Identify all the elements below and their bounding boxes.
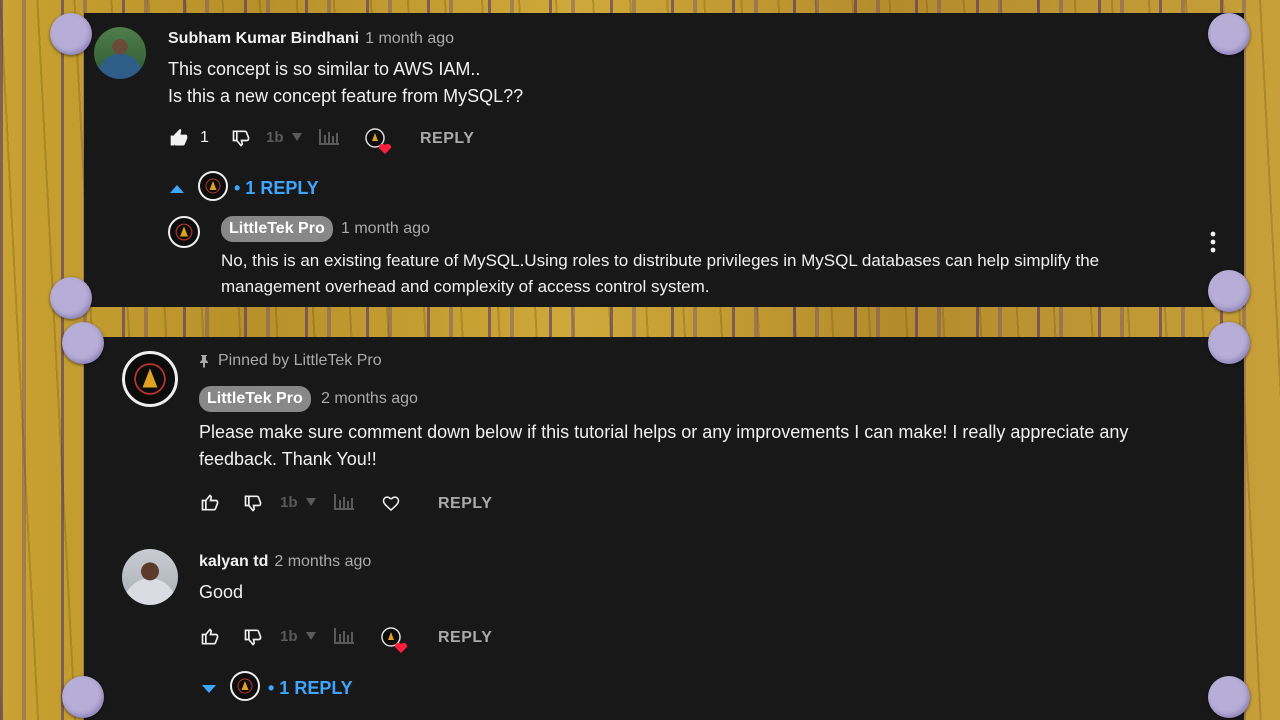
like-icon[interactable]	[199, 626, 221, 648]
pinned-badge: Pinned by LittleTek Pro	[198, 352, 382, 370]
creator-heart-icon[interactable]	[364, 127, 396, 157]
dislike-icon[interactable]	[242, 492, 264, 514]
timestamp[interactable]: 2 months ago	[274, 553, 371, 571]
avatar[interactable]	[94, 27, 146, 79]
like-count: 1	[200, 129, 209, 146]
svg-text:1b: 1b	[280, 628, 298, 645]
comment-text-line: Please make sure comment down below if t…	[199, 422, 1129, 442]
avatar[interactable]	[122, 549, 178, 605]
pin-decoration	[62, 676, 104, 718]
comment-card-2: Pinned by LittleTek Pro LittleTek Pro 2 …	[84, 337, 1244, 720]
comment-text-line: Is this a new concept feature from MySQL…	[168, 86, 524, 106]
author-name[interactable]: Subham Kumar Bindhani	[168, 30, 359, 48]
extension-rating-icon[interactable]: 1b	[266, 127, 306, 147]
pin-decoration	[62, 322, 104, 364]
chevron-down-icon[interactable]	[200, 683, 218, 695]
comment-text: Good	[199, 582, 244, 602]
reply-text-line: management overhead and complexity of ac…	[221, 277, 710, 296]
extension-rating-icon[interactable]: 1b	[280, 492, 320, 512]
pinned-label: Pinned by LittleTek Pro	[218, 352, 382, 369]
reply-text-line: No, this is an existing feature of MySQL…	[221, 251, 1100, 270]
like-filled-icon[interactable]	[168, 127, 190, 149]
comment-text: This concept is so similar to AWS IAM.. …	[168, 56, 523, 110]
more-options-icon[interactable]	[1204, 229, 1222, 255]
pin-decoration	[1208, 270, 1250, 312]
reply-button[interactable]: REPLY	[438, 495, 492, 513]
stats-icon[interactable]	[333, 626, 355, 646]
svg-text:1b: 1b	[266, 129, 284, 146]
extension-rating-icon[interactable]: 1b	[280, 626, 320, 646]
reply-author-avatar-small	[198, 171, 228, 201]
timestamp[interactable]: 1 month ago	[365, 30, 454, 48]
svg-text:1b: 1b	[280, 494, 298, 511]
pin-decoration	[50, 13, 92, 55]
comment-card-1: Subham Kumar Bindhani 1 month ago This c…	[84, 13, 1244, 307]
comment-header: Subham Kumar Bindhani 1 month ago	[168, 30, 454, 48]
reply-text: No, this is an existing feature of MySQL…	[221, 248, 1221, 300]
heart-outline-icon[interactable]	[380, 492, 402, 514]
timestamp[interactable]: 1 month ago	[341, 220, 430, 238]
view-replies-link[interactable]: • 1 REPLY	[234, 178, 319, 199]
comment-header: kalyan td 2 months ago	[199, 553, 371, 571]
stats-icon[interactable]	[333, 492, 355, 512]
comment-text-line: feedback. Thank You!!	[199, 449, 377, 469]
view-replies-link[interactable]: • 1 REPLY	[268, 678, 353, 699]
stats-icon[interactable]	[318, 127, 340, 147]
avatar[interactable]	[168, 216, 200, 248]
dislike-icon[interactable]	[230, 127, 252, 149]
pin-decoration	[1208, 13, 1250, 55]
creator-heart-icon[interactable]	[380, 626, 412, 656]
author-name[interactable]: LittleTek Pro	[199, 386, 311, 412]
author-name[interactable]: LittleTek Pro	[221, 216, 333, 242]
reply-author-avatar-small	[230, 671, 260, 701]
dislike-icon[interactable]	[242, 626, 264, 648]
pin-decoration	[1208, 676, 1250, 718]
pin-icon	[198, 354, 210, 368]
like-icon[interactable]	[199, 492, 221, 514]
timestamp[interactable]: 2 months ago	[321, 390, 418, 408]
reply-button[interactable]: REPLY	[420, 130, 474, 148]
chevron-up-icon[interactable]	[168, 183, 186, 195]
author-name[interactable]: kalyan td	[199, 553, 268, 571]
reply-button[interactable]: REPLY	[438, 629, 492, 647]
comment-text: Please make sure comment down below if t…	[199, 419, 1209, 473]
pin-decoration	[1208, 322, 1250, 364]
comment-text-line: This concept is so similar to AWS IAM..	[168, 59, 481, 79]
avatar[interactable]	[122, 351, 178, 407]
pin-decoration	[50, 277, 92, 319]
